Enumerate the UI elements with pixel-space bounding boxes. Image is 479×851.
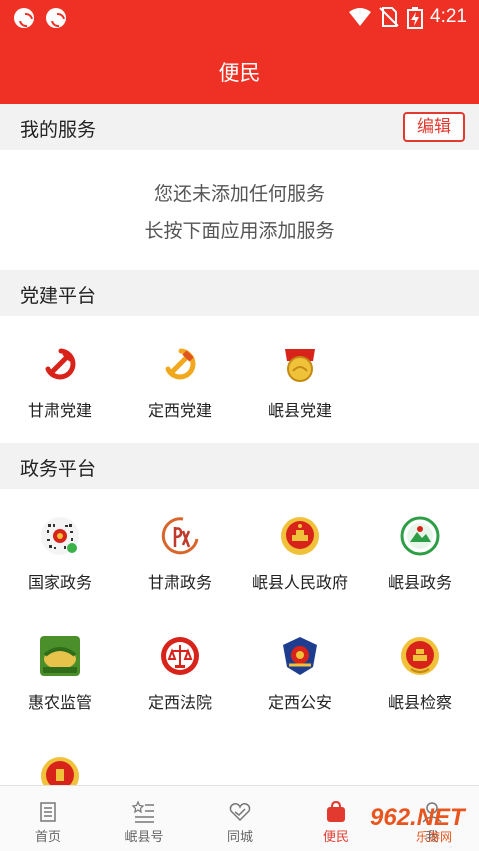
national-emblem-icon [281, 517, 319, 555]
status-bar: 4:21 [0, 0, 479, 34]
page-title: 便民 [218, 61, 261, 85]
empty-hint-line-1: 您还未添加任何服务 [153, 183, 325, 205]
service-tile-minxian-party[interactable]: 岷县党建 [240, 343, 360, 443]
party-badge-icon [285, 349, 315, 382]
service-label: 岷县检察 [387, 693, 452, 712]
service-tile-minxian-procuratorate[interactable]: 岷县检察 [360, 635, 479, 735]
section-title: 党建平台 [20, 285, 97, 307]
party-platform-header: 党建平台 [0, 270, 479, 316]
my-services-header: 我的服务 编辑 [0, 104, 479, 150]
nav-item-home[interactable]: 首页 [0, 786, 96, 851]
empty-hint-line-2: 长按下面应用添加服务 [144, 220, 335, 242]
status-time: 4:21 [430, 6, 467, 27]
service-label: 定西法院 [147, 693, 212, 712]
app-notification-icon [46, 8, 66, 28]
service-label: 岷县人民政府 [251, 573, 348, 592]
section-title: 政务平台 [20, 458, 97, 480]
qr-code-icon [41, 517, 79, 555]
edit-button[interactable]: 编辑 [403, 112, 465, 142]
minxian-gov-logo-icon [400, 516, 440, 556]
court-emblem-icon [161, 637, 199, 675]
police-emblem-icon [283, 637, 317, 675]
procuratorate-emblem-icon [401, 637, 439, 675]
service-label: 岷县党建 [267, 401, 332, 420]
app-notification-icon [14, 8, 34, 28]
stars-list-icon [132, 800, 154, 823]
nav-label: 首页 [34, 830, 61, 845]
service-label: 惠农监管 [27, 693, 92, 712]
service-tile-minxian-gov[interactable]: 岷县政务 [360, 515, 479, 615]
service-tile-huinong[interactable]: 惠农监管 [0, 635, 120, 735]
gansu-gov-logo-icon [161, 517, 199, 555]
service-tile-national-gov[interactable]: 国家政务 [0, 515, 120, 615]
wifi-icon [349, 8, 371, 26]
gov-platform-header: 政务平台 [0, 443, 479, 489]
service-label: 岷县政务 [387, 573, 452, 592]
nav-item-minxian-hao[interactable]: 岷县号 [96, 786, 192, 851]
service-label: 定西公安 [267, 693, 332, 712]
service-label: 定西党建 [147, 401, 212, 420]
home-icon [40, 802, 56, 822]
app-header: 4:21 便民 [0, 0, 479, 104]
huinong-logo-icon [40, 636, 80, 676]
nav-item-tongcheng[interactable]: 同城 [192, 786, 288, 851]
party-emblem-icon [165, 348, 196, 380]
party-emblem-icon [45, 348, 76, 380]
service-label: 甘肃政务 [147, 573, 212, 592]
nav-label: 同城 [226, 830, 253, 845]
nav-label: 岷县号 [124, 830, 164, 845]
service-tile-gansu-gov[interactable]: 甘肃政务 [120, 515, 240, 615]
service-tile-minxian-people-gov[interactable]: 岷县人民政府 [240, 515, 360, 615]
no-sim-icon [379, 7, 399, 27]
heart-hands-icon [229, 803, 251, 822]
service-tile-dingxi-court[interactable]: 定西法院 [120, 635, 240, 735]
service-tile-dingxi-party[interactable]: 定西党建 [120, 343, 240, 443]
watermark-subtitle: 乐游网 [416, 830, 453, 844]
section-title: 我的服务 [20, 119, 97, 141]
service-tile-dingxi-police[interactable]: 定西公安 [240, 635, 360, 735]
battery-charging-icon [407, 7, 423, 29]
service-label: 国家政务 [27, 573, 92, 592]
bag-icon [327, 800, 345, 822]
service-tile-gansu-party[interactable]: 甘肃党建 [0, 343, 120, 443]
service-label: 甘肃党建 [27, 401, 92, 420]
